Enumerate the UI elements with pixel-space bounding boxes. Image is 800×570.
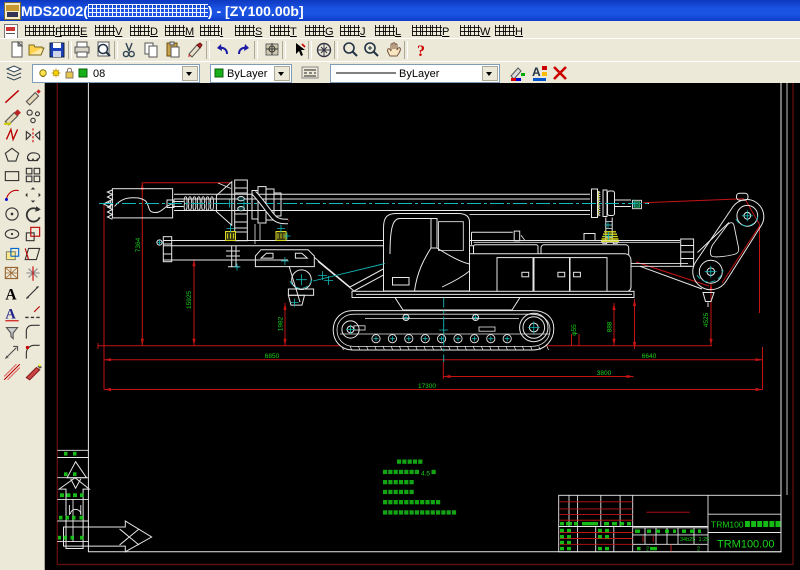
svg-text:φ55: φ55 xyxy=(571,324,578,336)
svg-text:08: 08 xyxy=(93,68,105,80)
svg-text:TRM100: TRM100 xyxy=(711,520,744,530)
svg-text:7364: 7364 xyxy=(135,237,142,252)
svg-text:888: 888 xyxy=(607,321,614,332)
svg-text:1:25: 1:25 xyxy=(699,537,710,543)
svg-text:TRM100.00: TRM100.00 xyxy=(717,539,774,551)
svg-text:34b25: 34b25 xyxy=(680,537,695,543)
svg-text:6850: 6850 xyxy=(265,353,280,360)
svg-text:A: A xyxy=(532,65,541,79)
svg-text:2: 2 xyxy=(697,547,700,553)
svg-text:ByLayer: ByLayer xyxy=(399,68,440,80)
svg-text:1982: 1982 xyxy=(278,316,285,331)
svg-text:ByLayer: ByLayer xyxy=(227,68,268,80)
svg-text:2: 2 xyxy=(646,547,649,553)
svg-text:6640: 6640 xyxy=(642,353,657,360)
svg-text:3800: 3800 xyxy=(597,370,612,377)
svg-text:A: A xyxy=(5,287,17,303)
svg-text:17300: 17300 xyxy=(418,383,436,390)
svg-text:A: A xyxy=(5,306,16,322)
svg-text:?: ? xyxy=(417,43,425,60)
svg-text:4.5: 4.5 xyxy=(421,471,430,478)
svg-text:15925: 15925 xyxy=(186,291,193,309)
svg-text:4525: 4525 xyxy=(703,312,710,327)
